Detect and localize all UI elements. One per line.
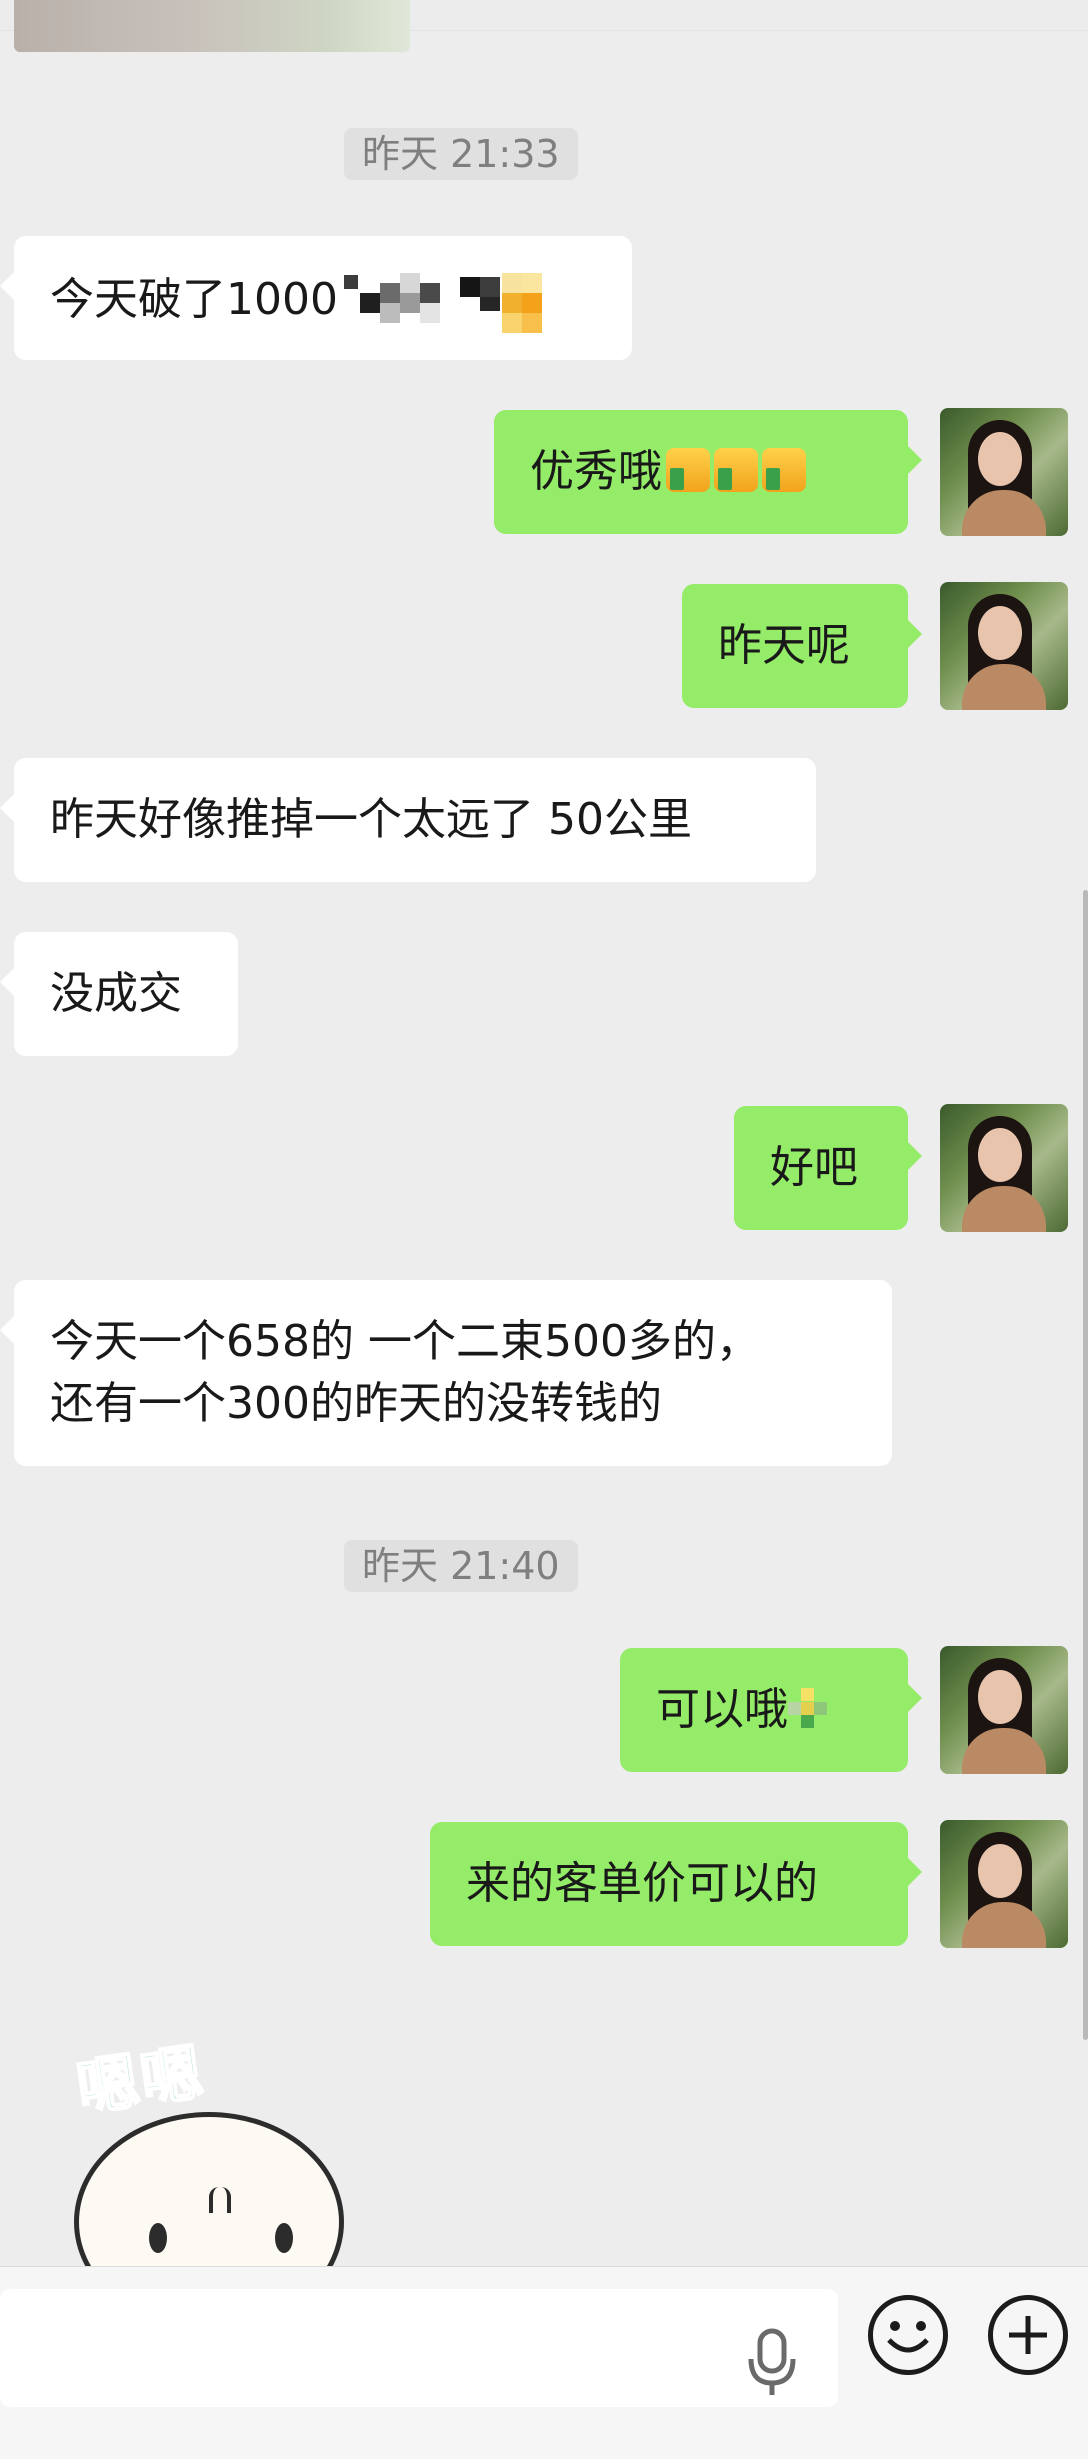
previous-image-message[interactable] <box>14 0 410 52</box>
message-bubble-outgoing[interactable]: 昨天呢 <box>682 584 922 708</box>
message-text: 可以哦 <box>656 1684 788 1735</box>
message-text: 来的客单价可以的 <box>466 1858 818 1909</box>
duck-sticker[interactable]: 嗯嗯 <box>60 2030 360 2332</box>
message-text-line: 还有一个300的昨天的没转钱的 <box>50 1378 662 1429</box>
thumbs-up-icon <box>666 448 710 492</box>
redacted-mosaic <box>788 1688 828 1728</box>
message-input[interactable] <box>0 2289 838 2407</box>
plus-icon[interactable] <box>988 2295 1068 2375</box>
scrollbar[interactable] <box>1083 890 1088 2040</box>
message-bubble-outgoing[interactable]: 来的客单价可以的 <box>430 1822 922 1946</box>
message-text: 没成交 <box>50 968 182 1019</box>
message-text: 好吧 <box>770 1142 858 1193</box>
message-bubble-outgoing[interactable]: 可以哦 <box>620 1648 922 1772</box>
timestamp: 昨天 21:33 <box>344 128 578 180</box>
message-text: 优秀哦 <box>530 446 662 497</box>
redacted-mosaic <box>343 269 564 333</box>
message-bubble-incoming[interactable]: 没成交 <box>0 932 238 1056</box>
message-bubble-incoming[interactable]: 今天一个658的 一个二束500多的， 还有一个300的昨天的没转钱的 <box>0 1280 892 1466</box>
thumbs-up-icon <box>762 448 806 492</box>
message-text: 今天破了1000 <box>50 274 338 325</box>
message-bubble-outgoing[interactable]: 好吧 <box>734 1106 922 1230</box>
avatar[interactable] <box>940 1104 1068 1232</box>
avatar[interactable] <box>940 408 1068 536</box>
message-bubble-incoming[interactable]: 今天破了1000 <box>0 236 632 360</box>
message-text-line: 今天一个658的 一个二束500多的， <box>50 1316 760 1367</box>
microphone-icon[interactable] <box>746 2327 798 2397</box>
input-bar <box>0 2266 1088 2459</box>
message-text: 昨天呢 <box>718 620 850 671</box>
message-bubble-outgoing[interactable]: 优秀哦 <box>494 410 922 534</box>
message-bubble-incoming[interactable]: 昨天好像推掉一个太远了 50公里 <box>0 758 816 882</box>
message-text: 昨天好像推掉一个太远了 50公里 <box>50 794 692 845</box>
avatar[interactable] <box>940 1646 1068 1774</box>
thumbs-up-icon <box>714 448 758 492</box>
avatar[interactable] <box>940 1820 1068 1948</box>
emoji-icon[interactable] <box>868 2295 948 2375</box>
avatar[interactable] <box>940 582 1068 710</box>
timestamp: 昨天 21:40 <box>344 1540 578 1592</box>
